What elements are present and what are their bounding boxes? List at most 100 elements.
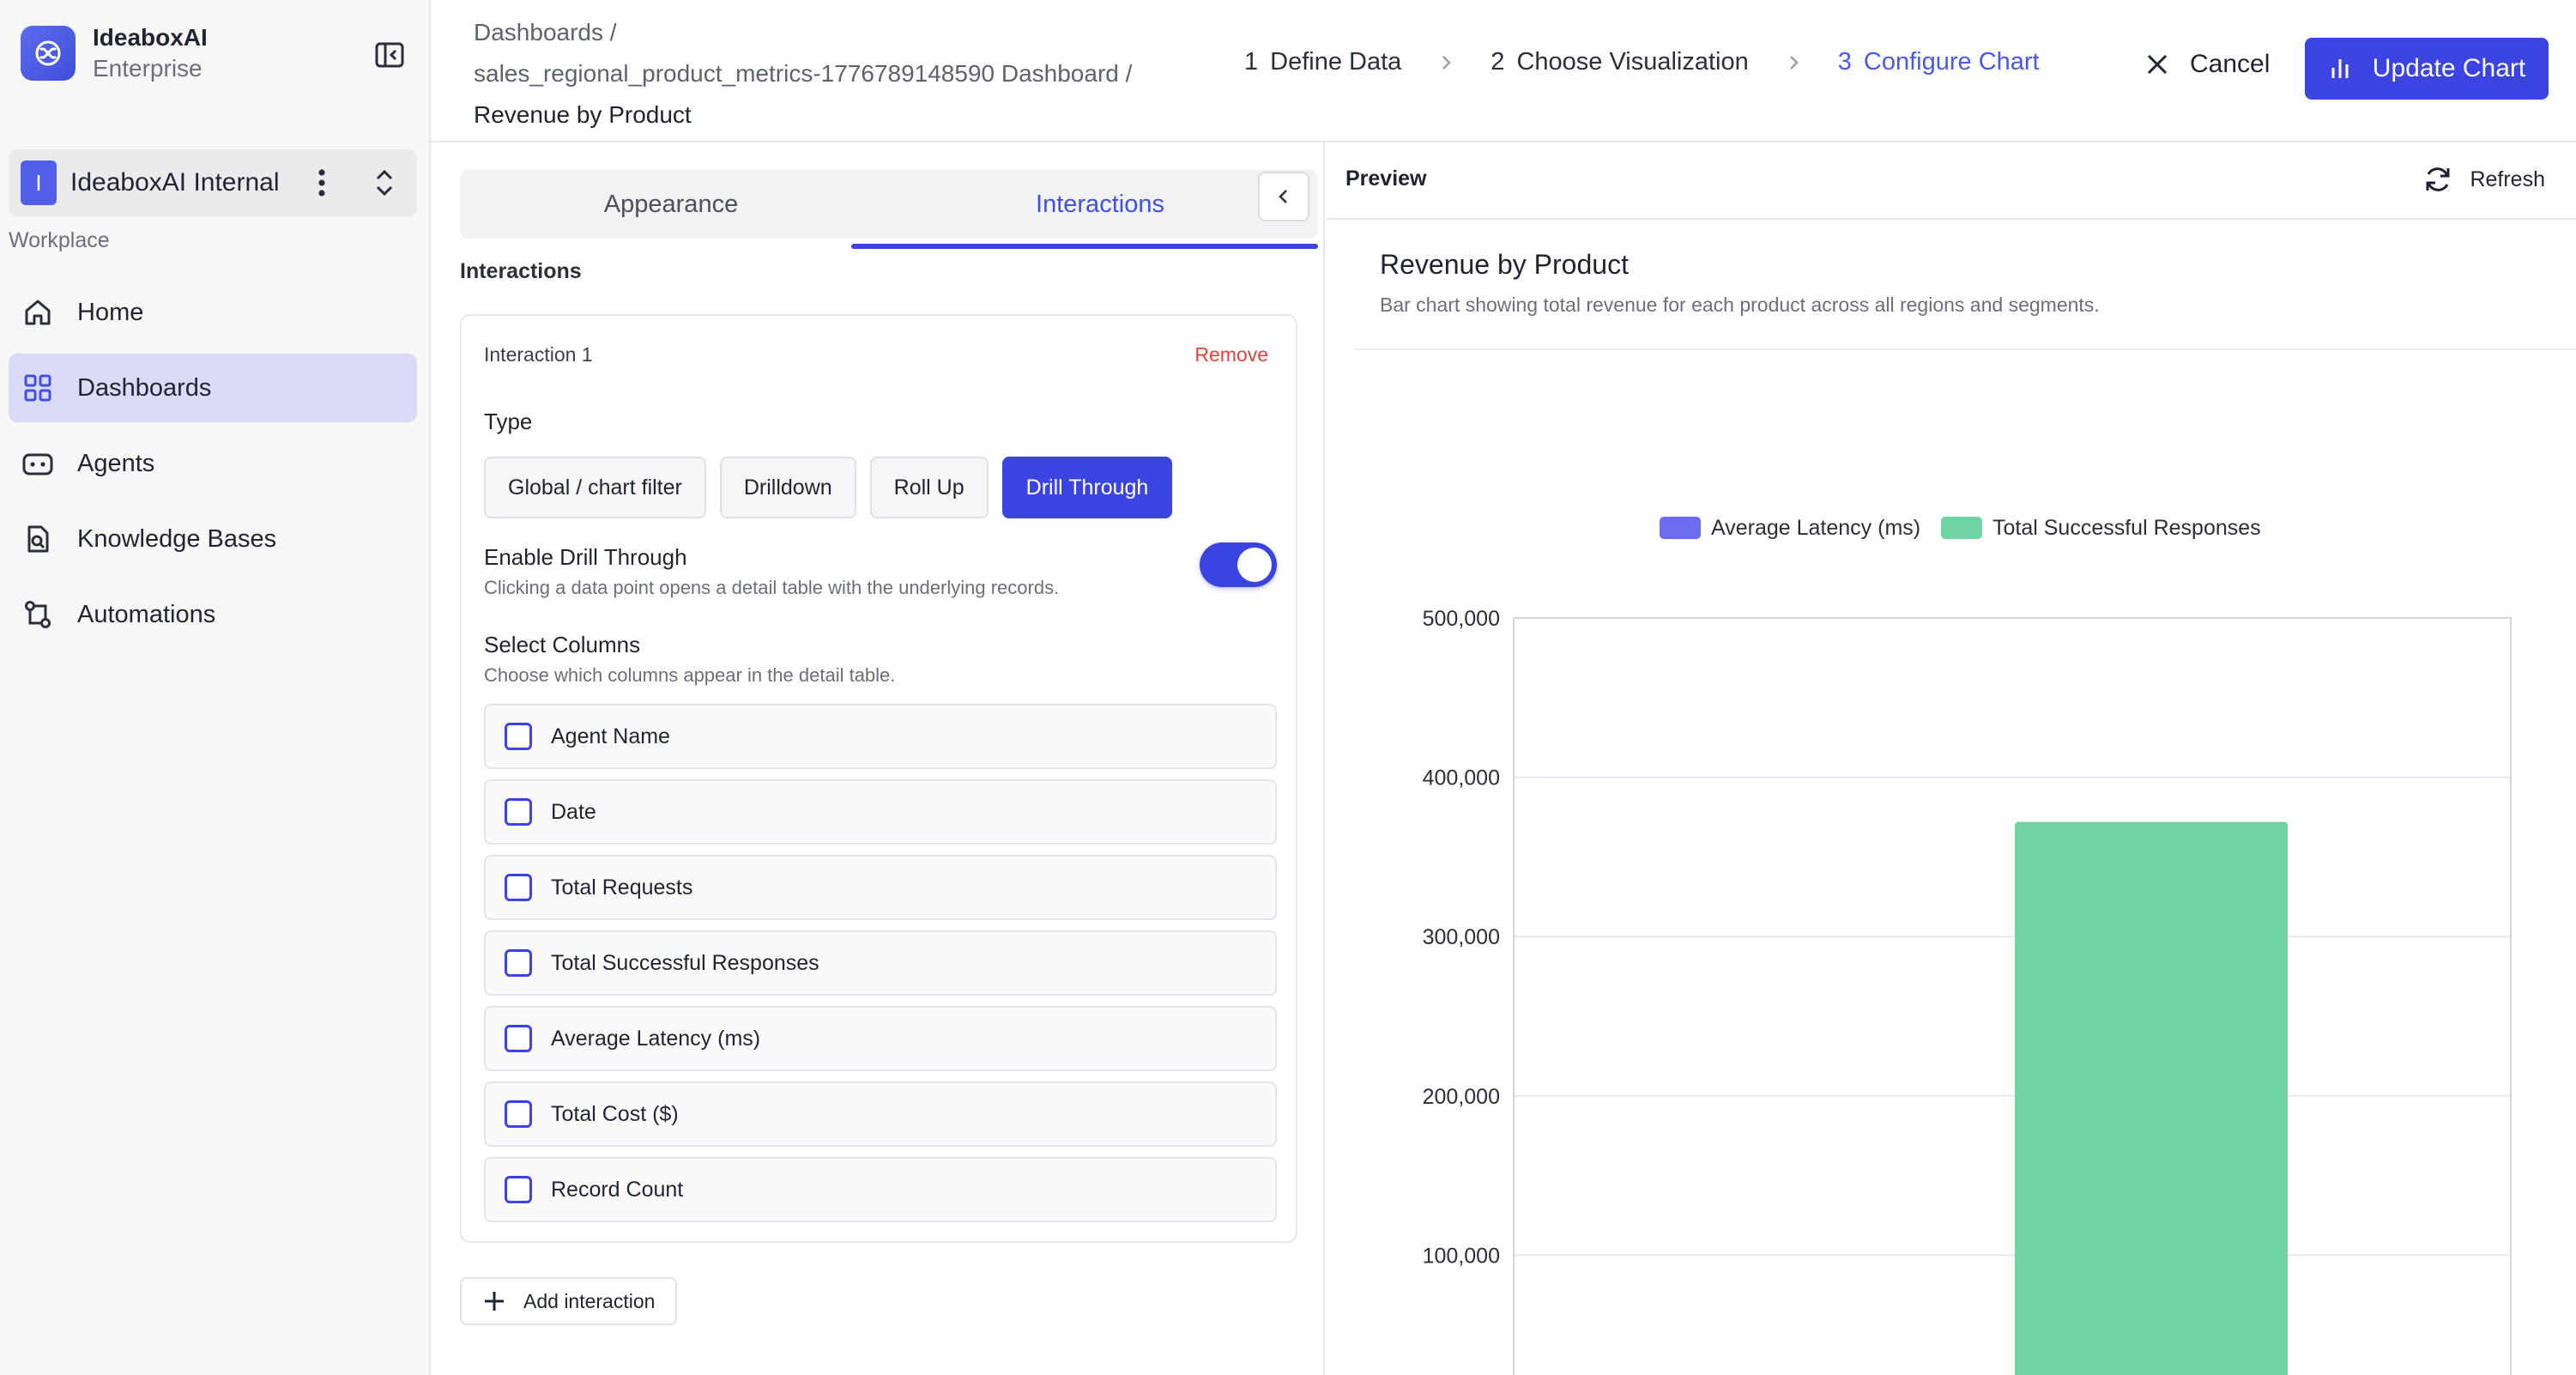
cancel-label: Cancel xyxy=(2190,50,2271,78)
plot-frame xyxy=(1513,617,2512,1375)
column-option[interactable]: Total Cost ($) xyxy=(484,1081,1277,1147)
active-tab-indicator xyxy=(851,244,1318,249)
breadcrumb-separator: / xyxy=(1125,60,1133,87)
y-tick-label: 500,000 xyxy=(1423,607,1500,631)
interaction-card: Interaction 1 Remove Type Global / chart… xyxy=(460,314,1297,1243)
brand-subtitle: Enterprise xyxy=(93,55,203,82)
preview-title: Preview xyxy=(1345,167,1427,191)
home-icon xyxy=(21,295,55,330)
breadcrumb: Dashboards / sales_regional_product_metr… xyxy=(474,12,1132,136)
workspace-name: IdeaboxAI Internal xyxy=(70,168,280,197)
breadcrumb-dashboard-link[interactable]: sales_regional_product_metrics-177678914… xyxy=(474,60,1119,87)
interaction-type-group: Global / chart filter Drilldown Roll Up … xyxy=(484,457,1186,518)
step-define-data[interactable]: 1 Define Data xyxy=(1244,48,1401,76)
sidebar-item-home[interactable]: Home xyxy=(9,278,417,347)
step-number: 1 xyxy=(1244,48,1259,76)
checkbox[interactable] xyxy=(505,723,532,750)
y-tick-label: 200,000 xyxy=(1423,1085,1500,1109)
column-option[interactable]: Average Latency (ms) xyxy=(484,1006,1277,1071)
sidebar-item-automations[interactable]: Automations xyxy=(9,580,417,649)
more-vertical-icon xyxy=(318,169,325,197)
tab-interactions[interactable]: Interactions xyxy=(882,170,1318,239)
breadcrumb-separator: / xyxy=(609,19,617,45)
column-label: Total Requests xyxy=(551,875,693,900)
tab-appearance[interactable]: Appearance xyxy=(460,170,882,239)
wizard-steps: 1 Define Data 2 Choose Visualization 3 C… xyxy=(1244,48,2040,76)
column-label: Average Latency (ms) xyxy=(551,1026,761,1051)
workspace-section-label: Workplace xyxy=(9,228,110,252)
add-interaction-label: Add interaction xyxy=(523,1289,656,1312)
bar-chart: 0100,000200,000300,000400,000500,000Aver… xyxy=(1423,516,2512,1375)
column-option[interactable]: Total Requests xyxy=(484,855,1277,920)
type-drilldown-button[interactable]: Drilldown xyxy=(719,457,856,518)
add-interaction-button[interactable]: Add interaction xyxy=(460,1277,678,1325)
checkbox[interactable] xyxy=(505,874,532,901)
step-choose-visualization[interactable]: 2 Choose Visualization xyxy=(1491,48,1748,76)
top-header: Dashboards / sales_regional_product_metr… xyxy=(431,0,2576,142)
type-global-filter-button[interactable]: Global / chart filter xyxy=(484,457,706,518)
bot-icon xyxy=(21,446,55,481)
bar xyxy=(2015,821,2288,1375)
legend-label: Average Latency (ms) xyxy=(1711,516,1920,540)
step-configure-chart[interactable]: 3 Configure Chart xyxy=(1838,48,2040,76)
collapse-panel-button[interactable] xyxy=(1258,172,1309,221)
chart-subtitle: Bar chart showing total revenue for each… xyxy=(1380,294,2100,316)
step-number: 3 xyxy=(1837,48,1852,76)
brand[interactable]: IdeaboxAI Enterprise xyxy=(21,22,208,84)
column-option[interactable]: Record Count xyxy=(484,1157,1277,1222)
sidebar-collapse-button[interactable] xyxy=(371,38,408,72)
select-columns-label: Select Columns xyxy=(484,632,641,657)
type-label: Type xyxy=(484,409,533,434)
step-label: Choose Visualization xyxy=(1516,48,1749,76)
document-search-icon xyxy=(21,522,55,556)
column-option[interactable]: Agent Name xyxy=(484,704,1277,769)
bar-chart-icon xyxy=(2331,59,2349,78)
workflow-icon xyxy=(21,597,55,632)
brand-name: IdeaboxAI xyxy=(93,24,208,51)
checkbox[interactable] xyxy=(505,798,532,826)
column-option[interactable]: Date xyxy=(484,779,1277,845)
workspace-more-button[interactable] xyxy=(309,165,335,201)
plus-icon xyxy=(485,1292,504,1311)
sidebar-item-knowledge-bases[interactable]: Knowledge Bases xyxy=(9,505,417,573)
workspace-avatar: I xyxy=(21,161,57,205)
refresh-button[interactable]: Refresh xyxy=(2422,163,2545,196)
toggle-knob xyxy=(1237,548,1272,582)
workspace-switch-button[interactable] xyxy=(367,163,402,203)
type-roll-up-button[interactable]: Roll Up xyxy=(869,457,989,518)
sidebar-nav: Home Dashboards Agents Knowledge Bases A… xyxy=(9,278,417,656)
checkbox[interactable] xyxy=(505,949,532,977)
remove-interaction-button[interactable]: Remove xyxy=(1194,343,1268,366)
legend-swatch xyxy=(1941,517,1982,539)
sidebar-item-label: Automations xyxy=(77,600,216,628)
column-list: Agent Name Date Total Requests Total Suc… xyxy=(484,704,1277,1233)
select-columns-description: Choose which columns appear in the detai… xyxy=(484,664,896,686)
config-panel: Appearance Interactions Interactions Int… xyxy=(431,142,1325,1375)
cancel-button[interactable]: Cancel xyxy=(2144,50,2270,79)
sidebar: IdeaboxAI Enterprise I IdeaboxAI Interna… xyxy=(0,0,431,1375)
checkbox[interactable] xyxy=(505,1100,532,1128)
enable-drill-through-toggle[interactable] xyxy=(1200,542,1277,587)
breadcrumb-current: Revenue by Product xyxy=(474,101,692,128)
breadcrumb-dashboards-link[interactable]: Dashboards xyxy=(474,19,603,45)
enable-drill-through-description: Clicking a data point opens a detail tab… xyxy=(484,577,1060,598)
checkbox[interactable] xyxy=(505,1176,532,1203)
chevron-left-icon xyxy=(1279,190,1287,203)
refresh-label: Refresh xyxy=(2470,167,2545,191)
step-label: Define Data xyxy=(1270,48,1402,76)
column-option[interactable]: Total Successful Responses xyxy=(484,930,1277,996)
refresh-icon xyxy=(2426,167,2450,191)
checkbox[interactable] xyxy=(505,1025,532,1052)
legend-swatch xyxy=(1660,517,1701,539)
brand-logo-icon xyxy=(21,26,76,81)
column-label: Total Successful Responses xyxy=(551,950,819,975)
column-label: Record Count xyxy=(551,1177,684,1202)
update-chart-button[interactable]: Update Chart xyxy=(2305,38,2549,100)
chart-title: Revenue by Product xyxy=(1380,249,1629,280)
type-drill-through-button[interactable]: Drill Through xyxy=(1001,457,1173,518)
grid-icon xyxy=(21,371,55,405)
sidebar-item-agents[interactable]: Agents xyxy=(9,429,417,498)
workspace-selector[interactable]: I IdeaboxAI Internal xyxy=(9,149,417,216)
sidebar-item-dashboards[interactable]: Dashboards xyxy=(9,354,417,422)
sidebar-item-label: Agents xyxy=(77,449,155,477)
